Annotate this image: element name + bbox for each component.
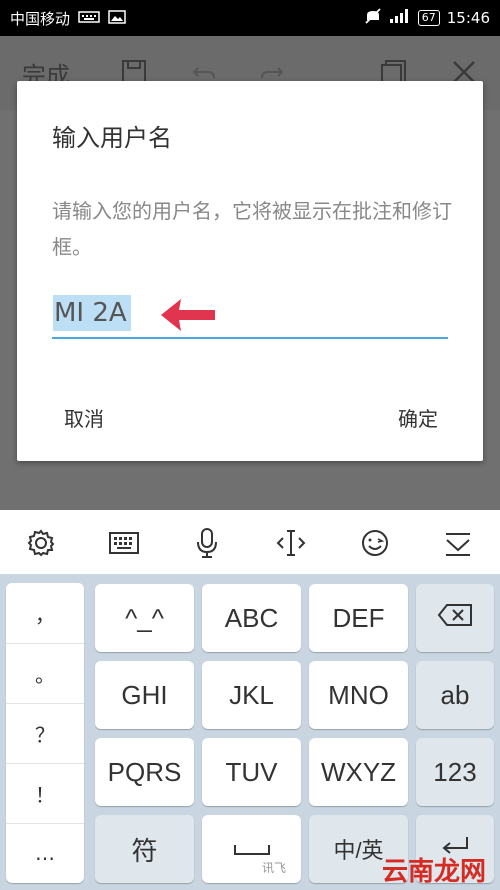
punct-period[interactable]: 。 xyxy=(6,643,84,704)
watermark: 云南龙网 xyxy=(381,857,486,887)
key-wxyz[interactable]: WXYZ xyxy=(309,738,408,806)
mute-icon xyxy=(364,8,382,28)
punct-ellipsis[interactable]: … xyxy=(6,823,84,883)
punct-exclaim[interactable]: ！ xyxy=(6,763,84,824)
username-input[interactable]: MI 2A xyxy=(52,289,448,339)
key-123[interactable]: 123 xyxy=(416,738,494,806)
emoji-icon[interactable] xyxy=(358,526,392,560)
key-ghi[interactable]: GHI xyxy=(95,661,194,729)
battery-icon: 67 xyxy=(417,10,440,26)
status-bar: 中国移动 67 15:46 xyxy=(0,0,500,36)
cancel-button[interactable]: 取消 xyxy=(64,403,104,432)
ok-button[interactable]: 确定 xyxy=(398,403,438,432)
backspace-icon xyxy=(437,603,473,634)
t9-keyboard: ， 。 ？ ！ … ^_^ ABC DEF GHI JKL MNO ab PQR… xyxy=(0,575,500,890)
dialog-message: 请输入您的用户名，它将被显示在批注和修订框。 xyxy=(52,199,452,259)
key-tuv[interactable]: TUV xyxy=(202,738,301,806)
key-pqrs[interactable]: PQRS xyxy=(95,738,194,806)
arrow-icon xyxy=(157,295,219,339)
punct-question[interactable]: ？ xyxy=(6,703,84,764)
username-input-value: MI 2A xyxy=(53,295,131,331)
keyboard-icon[interactable] xyxy=(107,526,141,560)
keyboard-toolbar xyxy=(0,510,500,575)
signal-icon xyxy=(389,8,411,28)
clock: 15:46 xyxy=(446,9,490,27)
key-def[interactable]: DEF xyxy=(309,584,408,652)
key-jkl[interactable]: JKL xyxy=(202,661,301,729)
keyboard-status-icon xyxy=(78,10,100,28)
hide-keyboard-icon[interactable] xyxy=(441,526,475,560)
punctuation-column[interactable]: ， 。 ？ ！ … xyxy=(6,583,84,883)
key-mno[interactable]: MNO xyxy=(309,661,408,729)
key-symbol[interactable]: 符 xyxy=(95,815,194,883)
microphone-icon[interactable] xyxy=(190,526,224,560)
cursor-icon[interactable] xyxy=(274,526,308,560)
key-abc[interactable]: ABC xyxy=(202,584,301,652)
username-dialog: 输入用户名 请输入您的用户名，它将被显示在批注和修订框。 MI 2A 取消 确定 xyxy=(17,81,483,461)
space-button[interactable] xyxy=(202,815,301,883)
key-ab[interactable]: ab xyxy=(416,661,494,729)
image-status-icon xyxy=(108,9,126,28)
dialog-title: 输入用户名 xyxy=(52,124,172,152)
gear-icon[interactable] xyxy=(24,526,58,560)
ime-brand-label: 讯飞 xyxy=(262,861,287,875)
backspace-button[interactable] xyxy=(416,584,494,652)
carrier-label: 中国移动 xyxy=(10,10,71,28)
punct-comma[interactable]: ， xyxy=(6,583,84,644)
key-emoticon[interactable]: ^_^ xyxy=(95,584,194,652)
